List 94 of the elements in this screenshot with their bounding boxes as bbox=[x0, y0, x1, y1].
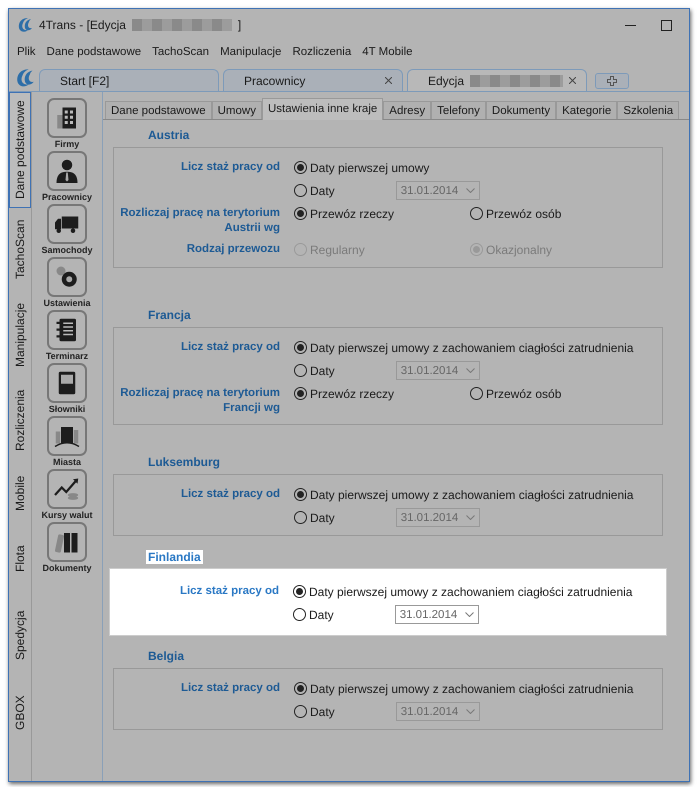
document-tab[interactable]: Start [F2] bbox=[39, 69, 219, 91]
radio-label[interactable]: Daty bbox=[310, 704, 335, 718]
radio-label[interactable]: Przewóz rzeczy bbox=[310, 206, 394, 220]
radio-label[interactable]: Daty bbox=[310, 364, 335, 378]
field-label: Licz staż pracy od bbox=[180, 160, 281, 175]
section-title: Francja bbox=[147, 308, 192, 322]
tab[interactable]: Szkolenia bbox=[617, 101, 680, 119]
radio-button[interactable] bbox=[294, 682, 307, 695]
radio-label[interactable]: Daty pierwszej umowy z zachowaniem ciagłości zatrudnienia bbox=[310, 340, 634, 354]
radio-button[interactable] bbox=[294, 184, 307, 197]
document-tab[interactable]: Pracownicy bbox=[223, 69, 403, 91]
radio-label[interactable]: Daty bbox=[310, 184, 335, 198]
field-label: Licz staż pracy od bbox=[180, 340, 281, 355]
maximize-icon bbox=[660, 20, 672, 30]
field-label: Rodzaj przewozu bbox=[186, 242, 281, 257]
radio-label[interactable]: Daty bbox=[310, 510, 335, 524]
radio-label[interactable]: Przewóz osób bbox=[486, 386, 562, 400]
window-title: ] bbox=[238, 18, 242, 32]
chevron-down-icon bbox=[466, 188, 475, 193]
document-tab[interactable]: Edycja bbox=[407, 69, 587, 91]
tab[interactable]: Ustawienia inne kraje bbox=[262, 98, 384, 120]
radio-button[interactable] bbox=[470, 387, 483, 400]
radio-label[interactable]: Daty bbox=[309, 608, 334, 622]
tab-label: Edycja bbox=[428, 74, 464, 88]
menu-item[interactable]: Rozliczenia bbox=[292, 46, 352, 58]
close-icon[interactable] bbox=[569, 77, 576, 84]
field-label: Licz staż pracy od bbox=[178, 584, 280, 599]
section-title: Luksemburg bbox=[147, 455, 222, 469]
side-tab[interactable]: Manipulacje bbox=[9, 290, 31, 380]
chevron-down-icon bbox=[466, 515, 475, 520]
module-tile[interactable]: Ustawienia bbox=[33, 257, 101, 308]
radio-button[interactable] bbox=[294, 705, 307, 718]
side-tab[interactable]: Flota bbox=[9, 526, 31, 592]
radio-button[interactable] bbox=[294, 207, 307, 220]
tab[interactable]: Telefony bbox=[431, 101, 486, 119]
module-tile[interactable]: Samochody bbox=[33, 204, 101, 255]
radio-button[interactable] bbox=[294, 341, 307, 354]
close-icon[interactable] bbox=[385, 77, 392, 84]
side-tab[interactable]: GBOX bbox=[9, 678, 31, 748]
side-tab[interactable]: Rozliczenia bbox=[9, 380, 31, 460]
tab[interactable]: Umowy bbox=[212, 101, 262, 119]
radio-label[interactable]: Daty pierwszej umowy bbox=[310, 160, 430, 174]
field-label: Rozliczaj pracę na terytorium Francji wg bbox=[119, 386, 281, 416]
module-tile[interactable]: Dokumenty bbox=[33, 522, 101, 573]
radio-button[interactable] bbox=[293, 585, 306, 598]
tab[interactable]: Dokumenty bbox=[486, 101, 556, 119]
radio-label[interactable]: Przewóz osób bbox=[486, 206, 562, 220]
radio-button[interactable] bbox=[294, 387, 307, 400]
menu-item[interactable]: Manipulacje bbox=[220, 46, 282, 58]
chevron-down-icon bbox=[466, 709, 475, 714]
module-tile[interactable]: Kursy walut bbox=[33, 469, 101, 520]
radio-label[interactable]: Daty pierwszej umowy z zachowaniem ciagłości zatrudnienia bbox=[309, 584, 632, 598]
date-field[interactable]: 31.01.2014 bbox=[394, 605, 479, 624]
plus-icon bbox=[607, 76, 617, 86]
side-tab[interactable]: Mobile bbox=[9, 460, 31, 526]
module-tile[interactable]: Słowniki bbox=[33, 363, 101, 414]
radio-label[interactable]: Daty pierwszej umowy z zachowaniem ciagłości zatrudnienia bbox=[310, 488, 634, 502]
radio-button[interactable] bbox=[293, 608, 306, 621]
menu-item[interactable]: TachoScan bbox=[152, 46, 210, 58]
radio-label[interactable]: Daty pierwszej umowy z zachowaniem ciagłości zatrudnienia bbox=[310, 682, 634, 696]
section-title: Austria bbox=[147, 128, 190, 142]
chevron-down-icon bbox=[464, 612, 474, 617]
window-title: 4Trans - [Edycja bbox=[39, 18, 126, 32]
side-tab[interactable]: Dane podstawowe bbox=[9, 92, 31, 208]
field-label: Licz staż pracy od bbox=[180, 681, 281, 696]
tab[interactable]: Dane podstawowe bbox=[105, 101, 212, 119]
logo-icon bbox=[15, 67, 35, 89]
module-tile[interactable]: Pracownicy bbox=[33, 151, 101, 202]
add-tab-button[interactable] bbox=[595, 73, 629, 89]
radio-label[interactable]: Przewóz rzeczy bbox=[310, 386, 394, 400]
radio-button[interactable] bbox=[470, 207, 483, 220]
menu-item[interactable]: Dane podstawowe bbox=[46, 46, 142, 58]
module-tile[interactable]: Terminarz bbox=[33, 310, 101, 361]
tab-label: Pracownicy bbox=[244, 74, 306, 88]
field-label: Licz staż pracy od bbox=[180, 487, 281, 502]
module-tile[interactable]: Firmy bbox=[33, 98, 101, 149]
menu-item[interactable]: 4T Mobile bbox=[362, 46, 413, 58]
section-title: Belgia bbox=[147, 649, 186, 663]
side-tab[interactable]: Spedycja bbox=[9, 592, 31, 678]
radio-button[interactable] bbox=[294, 364, 307, 377]
radio-button[interactable] bbox=[294, 161, 307, 174]
section-title: Finlandia bbox=[146, 550, 203, 564]
tab[interactable]: Kategorie bbox=[556, 101, 618, 119]
tab-label: Start [F2] bbox=[60, 74, 110, 88]
chevron-down-icon bbox=[466, 368, 475, 373]
tab[interactable]: Adresy bbox=[383, 101, 432, 119]
radio-button[interactable] bbox=[294, 488, 307, 501]
module-tile[interactable]: Miasta bbox=[33, 416, 101, 467]
field-label: Rozliczaj pracę na terytorium Austrii wg bbox=[119, 206, 281, 236]
minimize-icon bbox=[624, 24, 636, 26]
menu-item[interactable]: Plik bbox=[17, 46, 36, 58]
logo-icon bbox=[17, 17, 33, 33]
side-tab[interactable]: TachoScan bbox=[9, 208, 31, 290]
radio-button[interactable] bbox=[294, 511, 307, 524]
